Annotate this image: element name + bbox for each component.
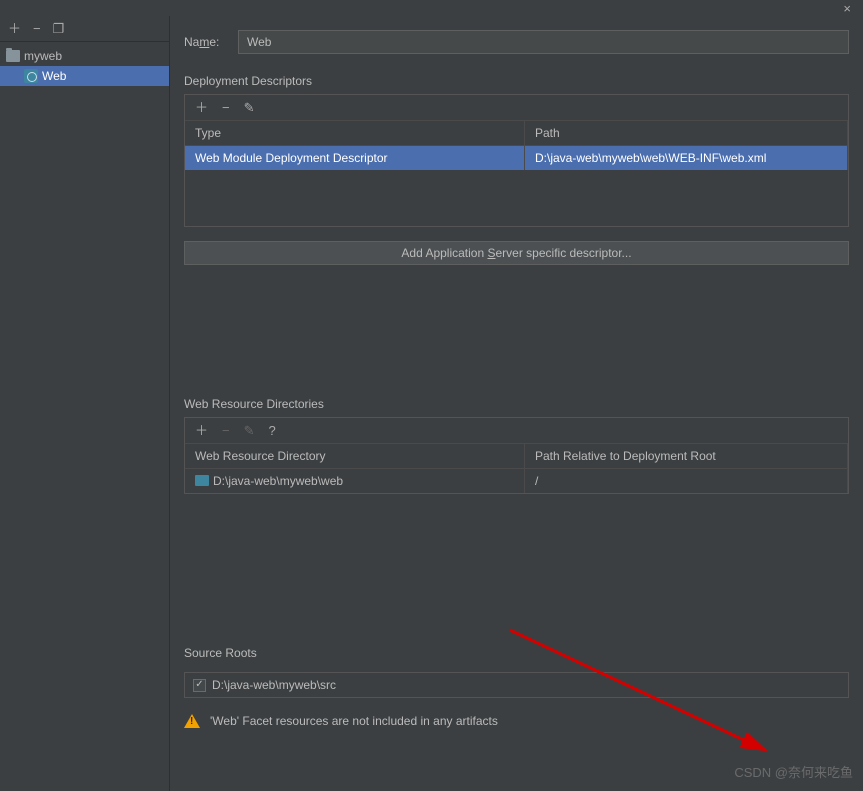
spacer [170,500,863,640]
deploy-head-type[interactable]: Type [185,121,525,145]
copy-icon[interactable]: ❐ [53,22,65,35]
directory-icon [195,475,209,486]
deploy-cell-type: Web Module Deployment Descriptor [185,146,525,170]
deploy-cell-path: D:\java-web\myweb\web\WEB-INF\web.xml [525,146,848,170]
sidebar-toolbar: ＋ − ❐ [0,16,169,42]
main-container: ＋ − ❐ myweb Web Name: Deployment Descrip… [0,16,863,791]
webres-table-body: D:\java-web\myweb\web / [185,469,848,493]
help-icon[interactable]: ? [269,424,276,437]
checkbox-icon[interactable]: ✓ [193,679,206,692]
warning-text: 'Web' Facet resources are not included i… [210,714,498,728]
folder-icon [6,50,20,62]
webres-head-dir[interactable]: Web Resource Directory [185,444,525,468]
tree-item-web[interactable]: Web [0,66,169,86]
name-label: Name: [184,35,228,49]
edit-icon[interactable]: ✎ [244,424,255,437]
edit-icon[interactable]: ✎ [244,101,255,114]
warning-row: 'Web' Facet resources are not included i… [170,704,863,738]
tree-child-label: Web [42,69,66,83]
remove-icon[interactable]: − [222,101,230,114]
table-row[interactable]: Web Module Deployment Descriptor D:\java… [185,146,848,170]
deploy-title: Deployment Descriptors [170,68,863,94]
close-icon[interactable]: × [843,1,851,16]
source-row[interactable]: ✓ D:\java-web\myweb\src [185,673,848,697]
webres-head-path[interactable]: Path Relative to Deployment Root [525,444,848,468]
remove-icon[interactable]: − [33,22,41,35]
add-icon[interactable]: ＋ [195,424,208,437]
sidebar: ＋ − ❐ myweb Web [0,16,170,791]
warning-icon [184,714,200,728]
deploy-table-head: Type Path [185,121,848,146]
web-icon [24,69,38,83]
titlebar: × [0,0,863,16]
webres-cell-path: / [525,469,848,493]
remove-icon[interactable]: − [222,424,230,437]
tree-root-myweb[interactable]: myweb [0,46,169,66]
add-server-descriptor-button[interactable]: Add Application Server specific descript… [184,241,849,265]
name-input[interactable] [238,30,849,54]
source-path: D:\java-web\myweb\src [212,678,336,692]
deploy-table-body: Web Module Deployment Descriptor D:\java… [185,146,848,226]
webres-panel: ＋ − ✎ ? Web Resource Directory Path Rela… [184,417,849,494]
deploy-toolbar: ＋ − ✎ [185,95,848,121]
webres-cell-dir: D:\java-web\myweb\web [185,469,525,493]
name-row: Name: [170,30,863,68]
add-icon[interactable]: ＋ [8,22,21,35]
source-panel: ✓ D:\java-web\myweb\src [184,672,849,698]
deploy-head-path[interactable]: Path [525,121,848,145]
main-panel: Name: Deployment Descriptors ＋ − ✎ Type … [170,16,863,791]
webres-title: Web Resource Directories [170,391,863,417]
webres-table-head: Web Resource Directory Path Relative to … [185,444,848,469]
add-icon[interactable]: ＋ [195,101,208,114]
table-row[interactable]: D:\java-web\myweb\web / [185,469,848,493]
deploy-panel: ＋ − ✎ Type Path Web Module Deployment De… [184,94,849,227]
facet-tree: myweb Web [0,42,169,86]
source-title: Source Roots [170,640,863,666]
spacer [170,271,863,391]
watermark: CSDN @奈何来吃鱼 [734,762,853,781]
tree-root-label: myweb [24,49,62,63]
webres-toolbar: ＋ − ✎ ? [185,418,848,444]
